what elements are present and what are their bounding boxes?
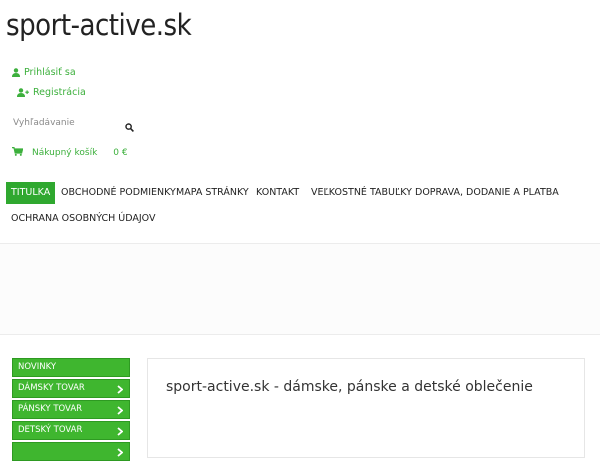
cart[interactable]: Nákupný košík 0 € bbox=[12, 147, 128, 159]
category-label: PÁNSKY TOVAR bbox=[18, 404, 83, 414]
nav-item-velkostne-tabulky[interactable]: VEĽKOSTNÉ TABUĽKY bbox=[306, 182, 417, 204]
chevron-right-icon bbox=[117, 405, 124, 422]
nav-item-doprava[interactable]: DOPRAVA, DODANIE A PLATBA bbox=[410, 182, 564, 204]
page-heading: sport-active.sk - dámske, pánske a detsk… bbox=[166, 379, 533, 395]
category-label: DÁMSKY TOVAR bbox=[18, 383, 85, 393]
banner-area bbox=[0, 244, 600, 334]
divider bbox=[0, 334, 600, 335]
register-link[interactable]: Registrácia bbox=[17, 87, 86, 98]
login-label: Prihlásiť sa bbox=[24, 67, 76, 78]
cart-total: 0 € bbox=[113, 148, 128, 158]
cart-label: Nákupný košík bbox=[32, 148, 98, 158]
category-pansky-tovar[interactable]: PÁNSKY TOVAR bbox=[12, 400, 130, 419]
category-label: NOVINKY bbox=[18, 362, 57, 372]
main-content: sport-active.sk - dámske, pánske a detsk… bbox=[147, 358, 585, 458]
category-label: DETSKÝ TOVAR bbox=[18, 425, 83, 435]
user-plus-icon bbox=[17, 88, 29, 97]
register-label: Registrácia bbox=[33, 87, 86, 98]
nav-item-ochrana-udajov[interactable]: OCHRANA OSOBNÝCH ÚDAJOV bbox=[6, 208, 161, 230]
category-damsky-tovar[interactable]: DÁMSKY TOVAR bbox=[12, 379, 130, 398]
chevron-right-icon bbox=[117, 384, 124, 401]
category-detsky-tovar[interactable]: DETSKÝ TOVAR bbox=[12, 421, 130, 440]
category-more[interactable] bbox=[12, 442, 130, 461]
nav-item-titulka[interactable]: TITULKA bbox=[6, 182, 56, 204]
search-input[interactable] bbox=[8, 114, 117, 132]
nav-item-mapa-stranky[interactable]: MAPA STRÁNKY bbox=[171, 182, 254, 204]
login-link[interactable]: Prihlásiť sa bbox=[12, 67, 76, 78]
nav-item-kontakt[interactable]: KONTAKT bbox=[251, 182, 304, 204]
search-icon[interactable] bbox=[125, 117, 134, 136]
cart-icon bbox=[12, 147, 24, 159]
search-box bbox=[8, 113, 134, 136]
site-title[interactable]: sport-active.sk bbox=[6, 8, 192, 42]
user-icon bbox=[12, 68, 20, 77]
nav-item-obchodne-podmienky[interactable]: OBCHODNÉ PODMIENKY bbox=[56, 182, 181, 204]
chevron-right-icon bbox=[117, 426, 124, 443]
category-novinky[interactable]: NOVINKY bbox=[12, 358, 130, 377]
